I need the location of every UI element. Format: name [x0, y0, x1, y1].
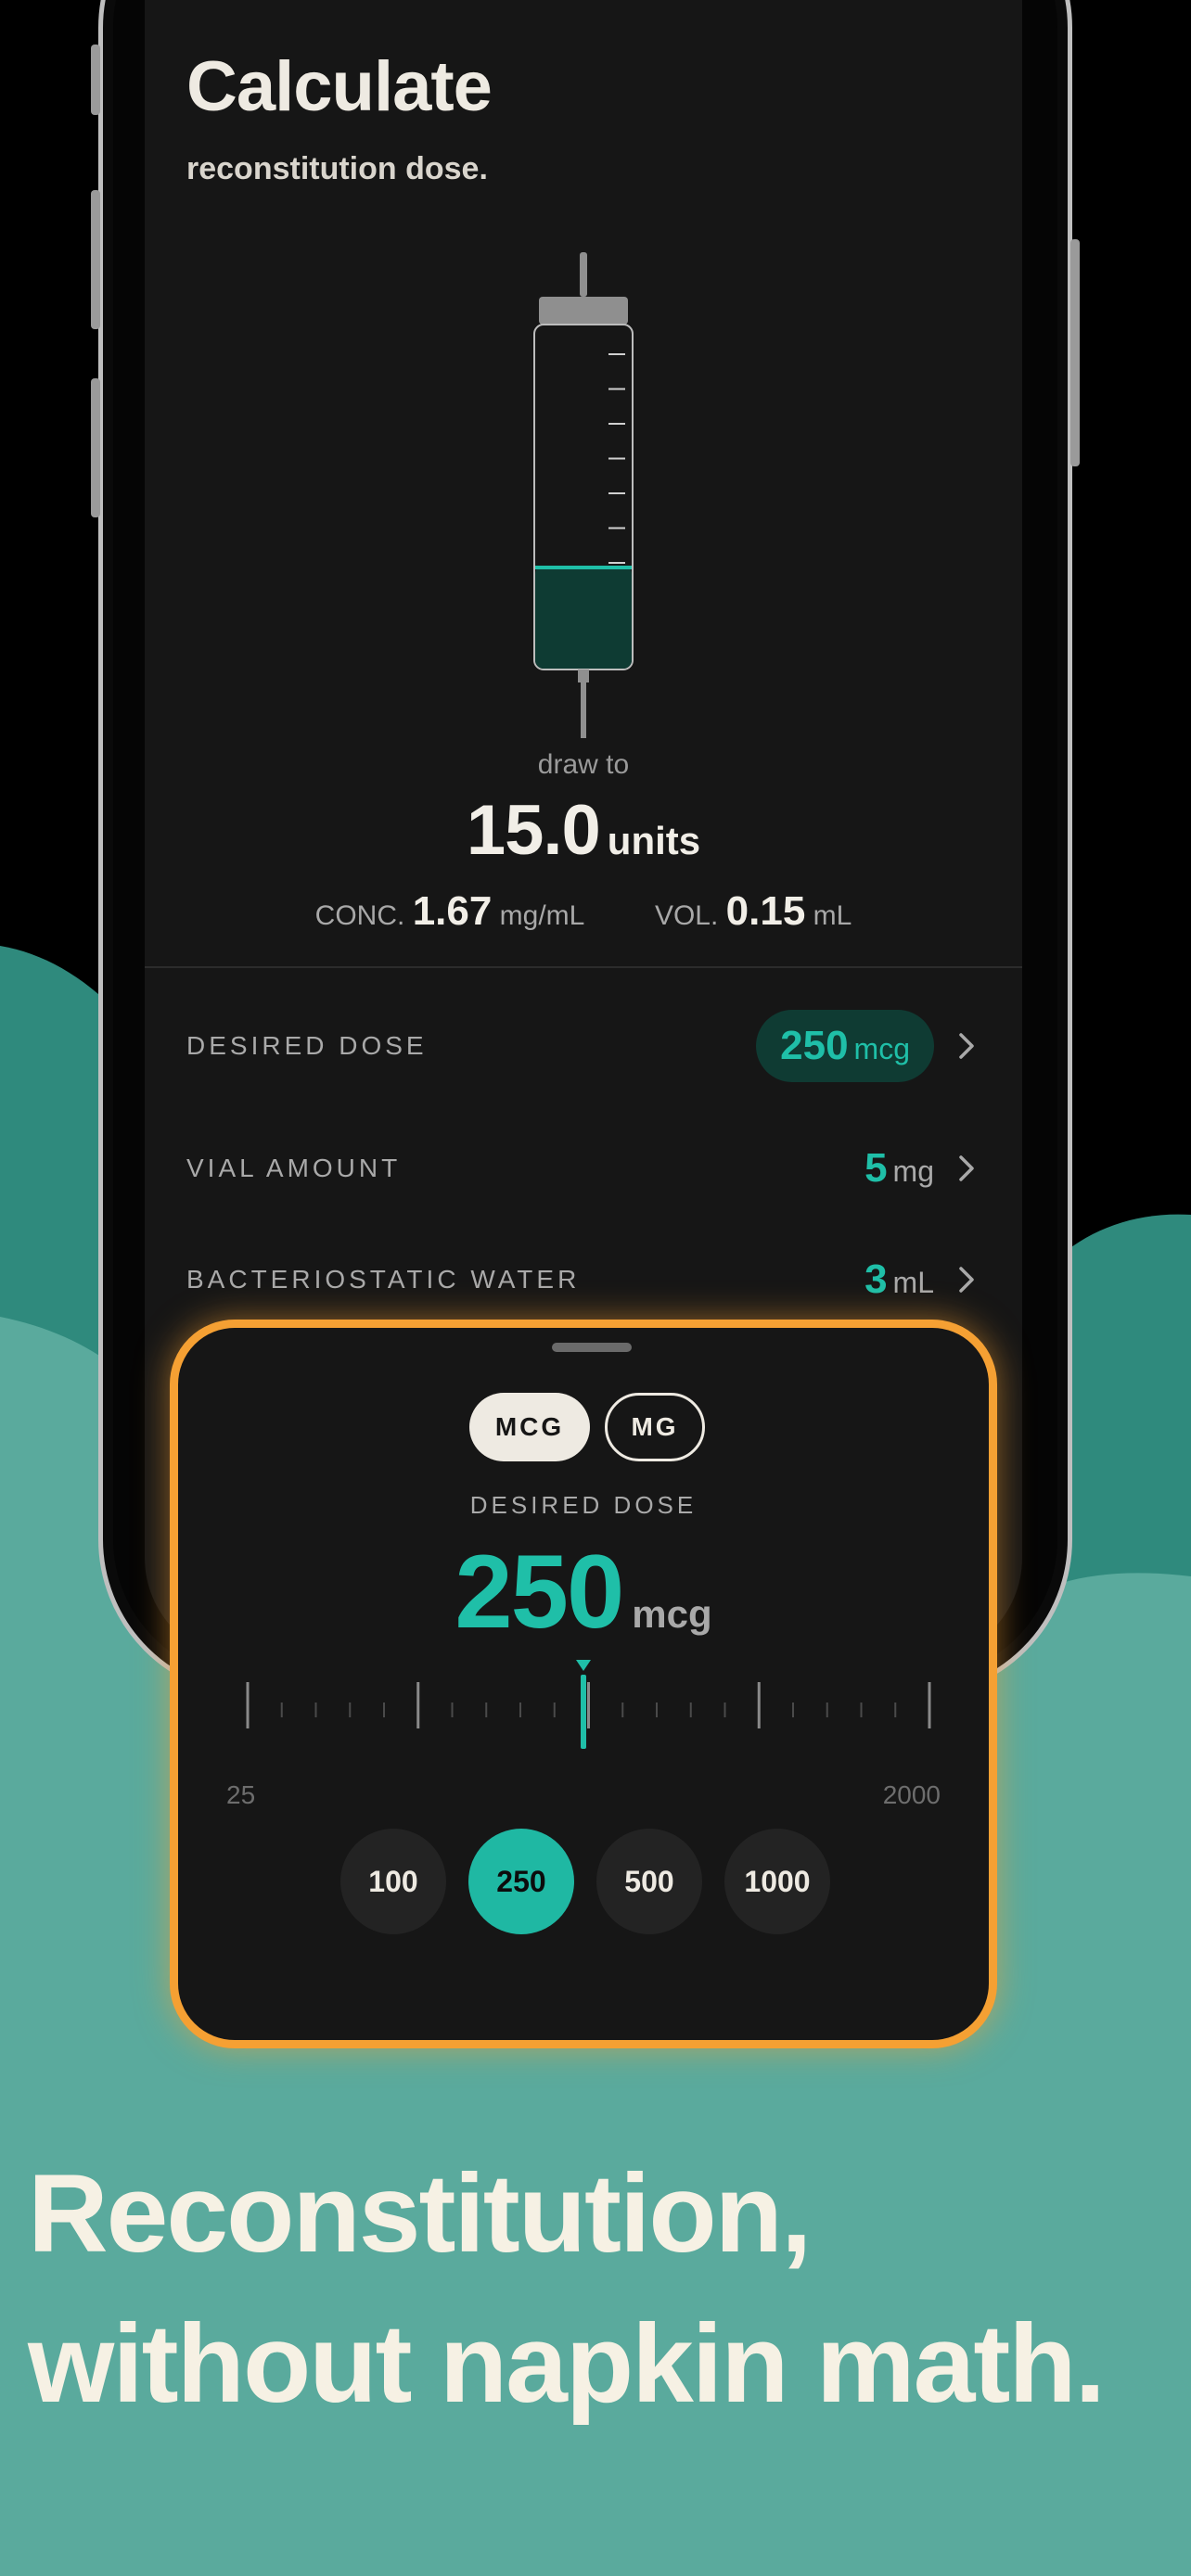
power-button [1070, 239, 1080, 466]
draw-value: 15.0 [466, 791, 601, 870]
unit-toggle-mcg[interactable]: MCG [469, 1393, 590, 1461]
chevron-right-icon [959, 1155, 974, 1181]
volume-down-button [91, 378, 100, 517]
ruler-ticks [246, 1682, 931, 1728]
syringe-hub [578, 670, 589, 682]
desired-dose-row[interactable]: DESIRED DOSE 250 mcg [186, 1004, 980, 1088]
row-value: 3 [864, 1256, 888, 1302]
syringe-illustration [533, 252, 634, 738]
ruler-pointer-icon [576, 1660, 591, 1671]
syringe-fill [535, 566, 632, 669]
range-min-label: 25 [226, 1780, 256, 1809]
conc-unit: mg/mL [499, 900, 584, 931]
vol-value: 0.15 [725, 888, 806, 934]
row-label: VIAL AMOUNT [186, 1154, 402, 1182]
row-value: 250 [780, 1023, 849, 1068]
row-unit: mL [892, 1266, 934, 1299]
conc-label: CONC. [314, 900, 405, 931]
dose-ruler-slider[interactable] [178, 1643, 989, 1754]
syringe-fill-line [535, 566, 632, 569]
vol-label: VOL. [654, 900, 719, 931]
draw-amount: 15.0 units [145, 790, 1022, 871]
range-max-label: 2000 [882, 1780, 941, 1809]
conc-value: 1.67 [412, 888, 493, 934]
row-value-group: 3 mL [864, 1256, 934, 1303]
row-label: DESIRED DOSE [186, 1031, 428, 1060]
headline-line-2: without napkin math. [28, 2302, 1106, 2426]
mute-switch [91, 45, 100, 115]
dose-unit: mcg [632, 1592, 712, 1636]
dose-display: 250 mcg [178, 1532, 989, 1651]
dose-picker-sheet: MCG MG DESIRED DOSE 250 mcg 25 2000 100 2… [170, 1320, 997, 2048]
dose-value: 250 [455, 1534, 624, 1650]
row-value-group: 5 mg [864, 1145, 934, 1192]
sheet-label: DESIRED DOSE [469, 1491, 698, 1519]
chevron-right-icon [959, 1033, 974, 1059]
page-subtitle: reconstitution dose. [186, 151, 488, 186]
chevron-right-icon [959, 1267, 974, 1293]
preset-chip[interactable]: 100 [340, 1829, 446, 1934]
preset-chip[interactable]: 500 [596, 1829, 702, 1934]
syringe-needle [581, 682, 586, 738]
syringe-plunger-cap [539, 297, 628, 325]
page-title: Calculate [186, 47, 493, 126]
row-value: 5 [864, 1145, 888, 1191]
vol-unit: mL [813, 900, 852, 931]
row-label: BACTERIOSTATIC WATER [186, 1265, 581, 1294]
preset-chip-selected[interactable]: 250 [468, 1829, 574, 1934]
ruler-indicator [581, 1675, 586, 1749]
draw-to-label: draw to [537, 749, 630, 780]
preset-chip[interactable]: 1000 [724, 1829, 830, 1934]
row-unit: mg [892, 1154, 934, 1188]
vial-amount-row[interactable]: VIAL AMOUNT 5 mg [186, 1127, 980, 1210]
row-unit: mcg [853, 1032, 910, 1065]
draw-unit: units [607, 819, 701, 862]
headline-line-1: Reconstitution, [28, 2151, 812, 2276]
unit-toggle-mg[interactable]: MG [605, 1393, 705, 1461]
sheet-drag-handle[interactable] [552, 1343, 632, 1352]
desired-dose-pill: 250 mcg [756, 1010, 934, 1082]
syringe-plunger-rod [580, 252, 587, 297]
divider [145, 966, 1022, 968]
concentration-volume-line: CONC. 1.67 mg/mL VOL. 0.15 mL [145, 888, 1022, 935]
volume-up-button [91, 190, 100, 329]
bacteriostatic-water-row[interactable]: BACTERIOSTATIC WATER 3 mL [186, 1238, 980, 1321]
